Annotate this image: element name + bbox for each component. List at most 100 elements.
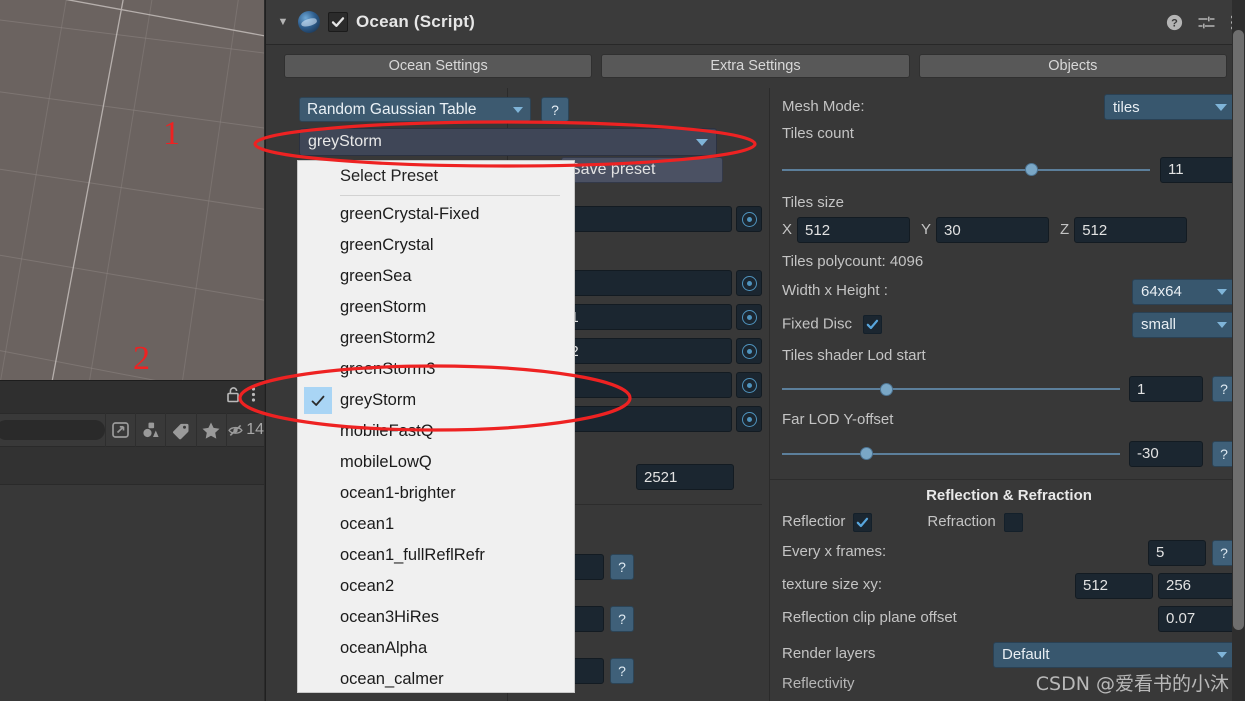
lock-icon[interactable] bbox=[226, 386, 241, 408]
popup-item[interactable]: greenStorm3 bbox=[298, 354, 574, 385]
help-button[interactable]: ? bbox=[610, 553, 634, 580]
object-picker-icon[interactable] bbox=[736, 372, 762, 398]
tab-label: Ocean Settings bbox=[388, 58, 488, 74]
lod-start-slider[interactable] bbox=[782, 381, 1120, 397]
reflection-section-title: Reflection & Refraction bbox=[926, 486, 1092, 504]
chevron-down-icon bbox=[1217, 651, 1227, 658]
component-enabled-checkbox[interactable] bbox=[328, 12, 348, 32]
texture-size-x-field[interactable]: 512 bbox=[1075, 572, 1153, 599]
help-button[interactable]: ? bbox=[610, 605, 634, 632]
popup-item[interactable]: ocean1-brighter bbox=[298, 478, 574, 509]
tiles-size-y-label: Y bbox=[921, 220, 932, 238]
scene-view[interactable] bbox=[0, 0, 264, 380]
scrollbar-thumb[interactable] bbox=[1233, 30, 1244, 630]
popup-item[interactable]: oceanAlpha bbox=[298, 633, 574, 664]
popup-item[interactable]: greenCrystal bbox=[298, 230, 574, 261]
component-title: Ocean (Script) bbox=[356, 12, 475, 31]
object-picker-icon[interactable] bbox=[736, 304, 762, 330]
mesh-mode-value: tiles bbox=[1113, 98, 1140, 116]
object-picker-icon[interactable] bbox=[736, 270, 762, 296]
shapes-icon[interactable] bbox=[135, 413, 165, 447]
annotation-number-2: 2 bbox=[133, 340, 150, 377]
fixed-disc-checkbox[interactable] bbox=[863, 315, 883, 334]
tiles-count-value[interactable]: 11 bbox=[1160, 156, 1236, 183]
foldout-arrow-icon[interactable]: ▼ bbox=[276, 16, 290, 28]
eye-off-filter[interactable]: 14 bbox=[226, 413, 264, 447]
help-icon[interactable]: ? bbox=[1166, 14, 1183, 31]
fixed-disc-label: Fixed Disc bbox=[782, 315, 853, 333]
object-picker-icon[interactable] bbox=[736, 206, 762, 232]
watermark: CSDN @爱看书的小沐 bbox=[1035, 673, 1229, 695]
popup-item[interactable]: ocean1_fullReflRefr bbox=[298, 540, 574, 571]
popup-item[interactable]: mobileFastQ bbox=[298, 416, 574, 447]
render-layers-dropdown[interactable]: Default bbox=[993, 641, 1236, 668]
popup-item[interactable]: greenStorm bbox=[298, 292, 574, 323]
object-picker-icon[interactable] bbox=[736, 338, 762, 364]
save-preset-button[interactable]: Save preset bbox=[561, 157, 723, 183]
tiles-count-slider[interactable] bbox=[782, 162, 1150, 178]
gaussian-label: Random Gaussian Table bbox=[307, 100, 477, 118]
kebab-menu-icon[interactable] bbox=[251, 386, 256, 408]
far-lod-label: Far LOD Y-offset bbox=[782, 411, 894, 428]
popup-item[interactable]: mobileLowQ bbox=[298, 447, 574, 478]
preset-icon[interactable] bbox=[1197, 14, 1216, 31]
popup-item[interactable]: ocean1 bbox=[298, 509, 574, 540]
preset-dropdown[interactable]: greyStorm bbox=[299, 128, 717, 156]
tab-label: Objects bbox=[1048, 58, 1098, 74]
open-in-new-icon[interactable] bbox=[104, 413, 135, 447]
far-lod-slider[interactable] bbox=[782, 446, 1120, 462]
tab-ocean-settings[interactable]: Ocean Settings bbox=[284, 54, 593, 78]
clip-plane-field[interactable]: 0.07 bbox=[1158, 605, 1236, 632]
popup-item[interactable]: ocean3HiRes bbox=[298, 602, 574, 633]
tiles-polycount-label: Tiles polycount: 4096 bbox=[782, 253, 924, 270]
lod-start-value[interactable]: 1 bbox=[1129, 376, 1203, 402]
chevron-down-icon bbox=[513, 106, 523, 113]
random-gaussian-table-button[interactable]: Random Gaussian Table bbox=[299, 97, 531, 122]
scene-toolbar bbox=[0, 380, 264, 413]
reflection-label: Reflectior bbox=[782, 512, 846, 530]
settings-tabs: Ocean Settings Extra Settings Objects bbox=[266, 46, 1245, 86]
inspector-scrollbar[interactable] bbox=[1232, 0, 1245, 701]
popup-item-selected[interactable]: greyStorm bbox=[298, 385, 574, 416]
popup-item[interactable]: greenCrystal-Fixed bbox=[298, 199, 574, 230]
mesh-mode-dropdown[interactable]: tiles bbox=[1104, 94, 1236, 120]
gaussian-help-button[interactable]: ? bbox=[541, 97, 569, 122]
refraction-label: Refraction bbox=[927, 512, 996, 530]
numeric-field[interactable]: 2521 bbox=[636, 464, 734, 490]
refraction-checkbox[interactable] bbox=[1003, 512, 1023, 532]
every-x-frames-field[interactable]: 5 bbox=[1148, 539, 1206, 566]
popup-item[interactable]: greenStorm2 bbox=[298, 323, 574, 354]
tag-icon[interactable] bbox=[165, 413, 195, 447]
app-root: 14 ▼ Ocean (Script) ? Ocean Settings Ext… bbox=[0, 0, 1245, 701]
texture-size-label: texture size xy: bbox=[782, 576, 883, 594]
tiles-size-z-field[interactable]: 512 bbox=[1074, 217, 1188, 243]
clip-plane-label: Reflection clip plane offset bbox=[782, 609, 957, 627]
far-lod-value[interactable]: -30 bbox=[1129, 440, 1203, 467]
width-height-label: Width x Height : bbox=[782, 282, 888, 300]
popup-item-label: greyStorm bbox=[340, 391, 417, 409]
popup-item[interactable]: ocean2 bbox=[298, 571, 574, 602]
popup-item[interactable]: greenSea bbox=[298, 261, 574, 292]
reflectivity-label: Reflectivity bbox=[782, 674, 855, 692]
help-button[interactable]: ? bbox=[610, 657, 634, 684]
component-header: ▼ Ocean (Script) ? bbox=[266, 0, 1245, 45]
every-x-frames-label: Every x frames: bbox=[782, 543, 887, 561]
reflection-checkbox[interactable] bbox=[853, 512, 873, 532]
tab-objects[interactable]: Objects bbox=[918, 54, 1227, 78]
hierarchy-header bbox=[0, 447, 264, 485]
preset-popup-list[interactable]: Select Preset greenCrystal-Fixed greenCr… bbox=[297, 160, 575, 693]
tiles-size-y-field[interactable]: 30 bbox=[936, 217, 1050, 243]
popup-item[interactable]: ocean_calmer bbox=[298, 664, 574, 692]
chevron-down-icon bbox=[1217, 321, 1227, 328]
disc-size-dropdown[interactable]: small bbox=[1132, 311, 1236, 338]
header-icon-group: ? bbox=[1166, 0, 1235, 45]
tiles-size-x-field[interactable]: 512 bbox=[797, 217, 911, 243]
popup-divider bbox=[340, 195, 560, 196]
texture-size-y-field[interactable]: 256 bbox=[1158, 572, 1236, 599]
width-height-dropdown[interactable]: 64x64 bbox=[1132, 278, 1236, 305]
chevron-down-icon bbox=[1217, 288, 1227, 295]
search-input[interactable] bbox=[0, 420, 105, 440]
tab-extra-settings[interactable]: Extra Settings bbox=[601, 54, 910, 78]
object-picker-icon[interactable] bbox=[736, 406, 762, 432]
star-icon[interactable] bbox=[195, 413, 226, 447]
